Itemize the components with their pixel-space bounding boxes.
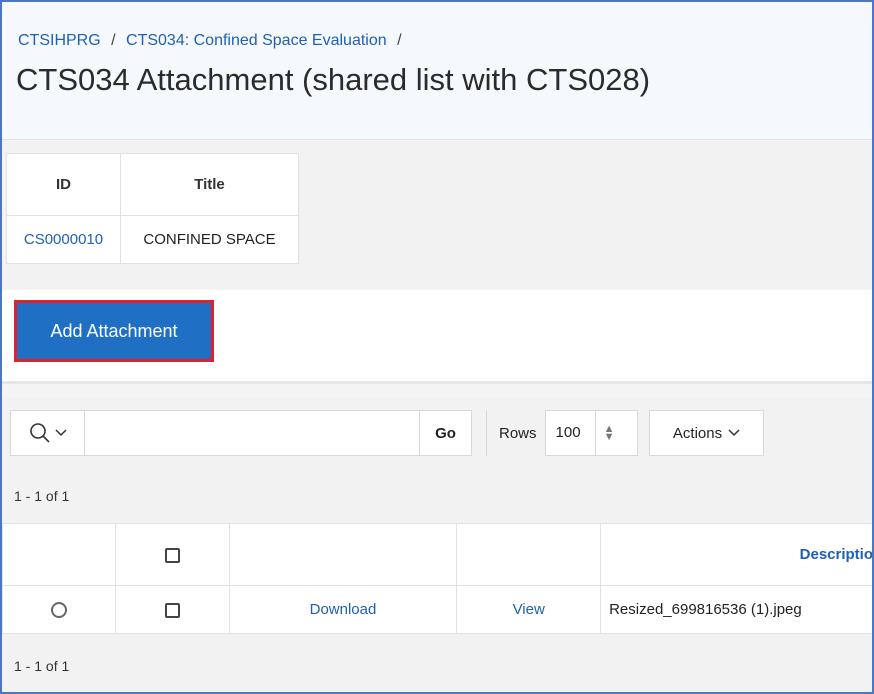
summary-table: ID Title CS0000010 CONFINED SPACE bbox=[6, 153, 299, 264]
app-frame: CTSIHPRG / CTS034: Confined Space Evalua… bbox=[0, 0, 874, 694]
column-header-checkbox bbox=[114, 523, 230, 586]
breadcrumb-separator: / bbox=[397, 32, 402, 49]
download-link[interactable]: Download bbox=[310, 601, 377, 618]
report-toolbar: Go Rows 100 ▲ ▼ Actions bbox=[2, 410, 872, 456]
view-link[interactable]: View bbox=[513, 601, 545, 618]
search-group: Go bbox=[10, 410, 472, 456]
column-header-download bbox=[228, 523, 458, 586]
breadcrumb-item-ctsihprg[interactable]: CTSIHPRG bbox=[18, 32, 101, 49]
page-header: CTSIHPRG / CTS034: Confined Space Evalua… bbox=[2, 2, 872, 140]
page-title: CTS034 Attachment (shared list with CTS0… bbox=[16, 62, 651, 97]
breadcrumb: CTSIHPRG / CTS034: Confined Space Evalua… bbox=[18, 32, 408, 50]
chevron-down-icon bbox=[728, 429, 740, 437]
row-radio-button[interactable] bbox=[50, 602, 67, 619]
breadcrumb-item-cts034[interactable]: CTS034: Confined Space Evaluation bbox=[126, 32, 387, 49]
button-region: Add Attachment bbox=[2, 290, 872, 384]
rows-label: Rows bbox=[499, 424, 537, 442]
go-button[interactable]: Go bbox=[419, 411, 471, 455]
rows-select[interactable]: 100 ▲ ▼ bbox=[544, 410, 638, 456]
table-row: CS0000010 CONFINED SPACE bbox=[6, 215, 299, 264]
add-attachment-button[interactable]: Add Attachment bbox=[14, 300, 214, 362]
select-all-checkbox[interactable] bbox=[164, 547, 180, 563]
record-id-link[interactable]: CS0000010 bbox=[24, 231, 103, 248]
column-header-description[interactable]: Descriptio bbox=[600, 523, 872, 586]
summary-region: ID Title CS0000010 CONFINED SPACE bbox=[2, 141, 872, 289]
attachments-table: Descriptio Download View Resized_6998165… bbox=[2, 523, 872, 634]
pagination-bottom: 1 - 1 of 1 bbox=[14, 658, 70, 674]
report-region: Go Rows 100 ▲ ▼ Actions 1 - 1 of 1 Descr… bbox=[2, 398, 872, 692]
column-header-select bbox=[2, 523, 116, 586]
description-cell: Resized_699816536 (1).jpeg bbox=[600, 585, 872, 634]
rows-select-value: 100 bbox=[556, 411, 596, 455]
search-icon bbox=[29, 423, 50, 443]
chevron-down-icon bbox=[54, 429, 67, 437]
column-header-title: Title bbox=[120, 153, 299, 216]
breadcrumb-separator: / bbox=[111, 32, 116, 49]
actions-menu-button[interactable]: Actions bbox=[649, 410, 764, 456]
column-header-view bbox=[456, 523, 602, 586]
table-header-row: Descriptio bbox=[2, 523, 872, 586]
record-title: CONFINED SPACE bbox=[120, 215, 299, 264]
table-row: Download View Resized_699816536 (1).jpeg bbox=[2, 585, 872, 634]
pagination-top: 1 - 1 of 1 bbox=[14, 488, 70, 504]
rows-group: Rows 100 ▲ ▼ bbox=[486, 410, 638, 456]
select-arrows-icon: ▲ ▼ bbox=[603, 423, 615, 443]
search-input[interactable] bbox=[85, 411, 419, 455]
search-column-toggle[interactable] bbox=[11, 411, 85, 455]
column-header-id: ID bbox=[6, 153, 121, 216]
actions-label: Actions bbox=[672, 424, 723, 442]
row-checkbox[interactable] bbox=[164, 602, 180, 618]
